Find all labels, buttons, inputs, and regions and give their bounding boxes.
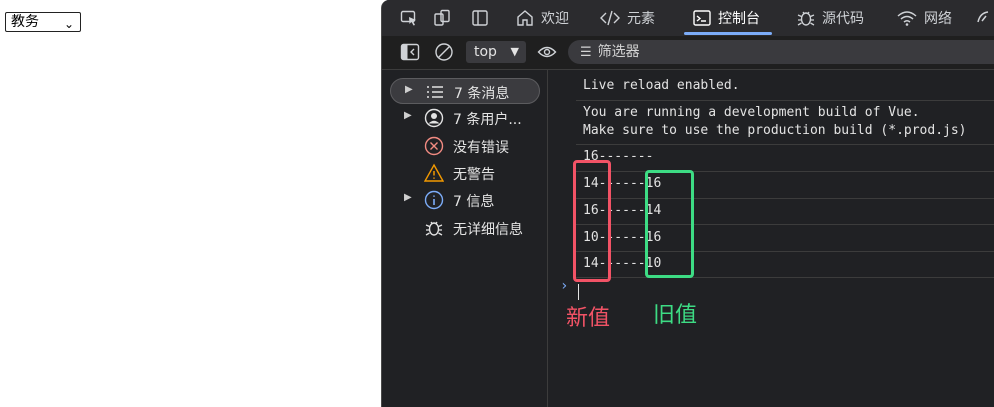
console-message: Make sure to use the production build (*… (583, 123, 967, 138)
dock-side-icon[interactable] (471, 9, 489, 27)
console-divider (576, 198, 994, 199)
console-toolbar: top ▼ ☰ 筛选器 (382, 36, 994, 70)
console-prompt-icon: › (560, 278, 569, 294)
sidebar-item-warnings[interactable]: 无警告 (390, 160, 540, 186)
tab-network[interactable]: 网络 (896, 0, 952, 36)
filter-icon: ☰ (580, 45, 592, 60)
code-icon (600, 10, 620, 26)
sidebar-item-label: 7 信息 (453, 194, 495, 210)
sidebar-item-label: 没有错误 (453, 140, 509, 156)
bug-icon (797, 11, 815, 26)
tab-console[interactable]: 控制台 (684, 0, 772, 36)
tab-sources[interactable]: 源代码 (796, 0, 864, 36)
sidebar-item-user-messages[interactable]: ▶ 7 条用户... (390, 105, 540, 131)
tab-elements[interactable]: 元素 (599, 0, 655, 36)
console-divider (576, 144, 994, 145)
console-divider (576, 277, 994, 278)
console-message: You are running a development build of V… (583, 105, 920, 120)
wifi-icon (897, 11, 917, 26)
console-input-cursor[interactable] (578, 284, 579, 300)
user-icon (424, 108, 444, 128)
clear-console-icon[interactable] (434, 42, 454, 62)
tab-label: 网络 (924, 11, 952, 27)
tab-welcome[interactable]: 欢迎 (515, 0, 569, 36)
inspect-icon[interactable] (400, 9, 418, 27)
device-toggle-icon[interactable] (433, 9, 451, 27)
sidebar-item-label: 7 条用户... (453, 112, 522, 128)
sidebar-item-errors[interactable]: 没有错误 (390, 133, 540, 159)
bug-icon (425, 221, 443, 236)
dropdown-arrow-icon: ▼ (510, 45, 519, 58)
home-icon (517, 10, 533, 26)
select-value: 教务 (11, 14, 39, 30)
sidebar-item-verbose[interactable]: 无详细信息 (390, 215, 540, 241)
old-value-highlight-box (645, 170, 694, 278)
old-value-annotation: 旧值 (653, 303, 698, 328)
filter-input[interactable]: ☰ 筛选器 (568, 40, 994, 64)
console-divider (576, 224, 994, 225)
sidebar-item-messages[interactable]: ▶ 7 条消息 (390, 78, 540, 104)
new-value-highlight-box (573, 160, 611, 282)
console-message: Live reload enabled. (583, 78, 740, 93)
list-icon (427, 86, 443, 98)
performance-icon[interactable] (976, 9, 994, 27)
console-divider (576, 251, 994, 252)
tab-label: 控制台 (718, 11, 760, 27)
filter-placeholder: 筛选器 (597, 44, 640, 60)
eye-icon[interactable] (537, 44, 557, 60)
tab-label: 欢迎 (541, 11, 569, 27)
new-value-annotation: 新值 (566, 306, 611, 331)
tab-label: 源代码 (822, 11, 864, 27)
sidebar-item-info[interactable]: ▶ 7 信息 (390, 187, 540, 213)
error-icon (424, 136, 444, 156)
console-output: Live reload enabled. You are running a d… (548, 70, 994, 407)
console-divider (576, 100, 994, 101)
chevron-down-icon: ⌄ (63, 17, 74, 31)
sidebar-toggle-icon[interactable] (400, 43, 420, 61)
info-icon (424, 190, 444, 210)
active-tab-indicator (684, 32, 772, 35)
context-value: top (474, 44, 497, 60)
context-selector[interactable]: top ▼ (466, 41, 526, 63)
page-content: 教务 ⌄ (0, 0, 382, 407)
warning-icon (424, 163, 444, 182)
devtools-tabbar: 欢迎 元素 控制台 源代码 网络 (382, 0, 994, 36)
console-icon (693, 10, 711, 26)
console-divider (576, 171, 994, 172)
expand-arrow-icon: ▶ (404, 192, 412, 203)
expand-arrow-icon: ▶ (405, 84, 413, 95)
expand-arrow-icon: ▶ (404, 110, 412, 121)
tab-label: 元素 (627, 11, 655, 27)
sidebar-item-label: 7 条消息 (454, 86, 510, 102)
sidebar-item-label: 无警告 (453, 167, 495, 183)
sidebar-item-label: 无详细信息 (453, 222, 523, 238)
select-dropdown[interactable]: 教务 ⌄ (5, 12, 81, 32)
console-sidebar: ▶ 7 条消息 ▶ 7 条用户... 没有错误 无警告 ▶ 7 信息 无详细信息 (382, 70, 548, 407)
